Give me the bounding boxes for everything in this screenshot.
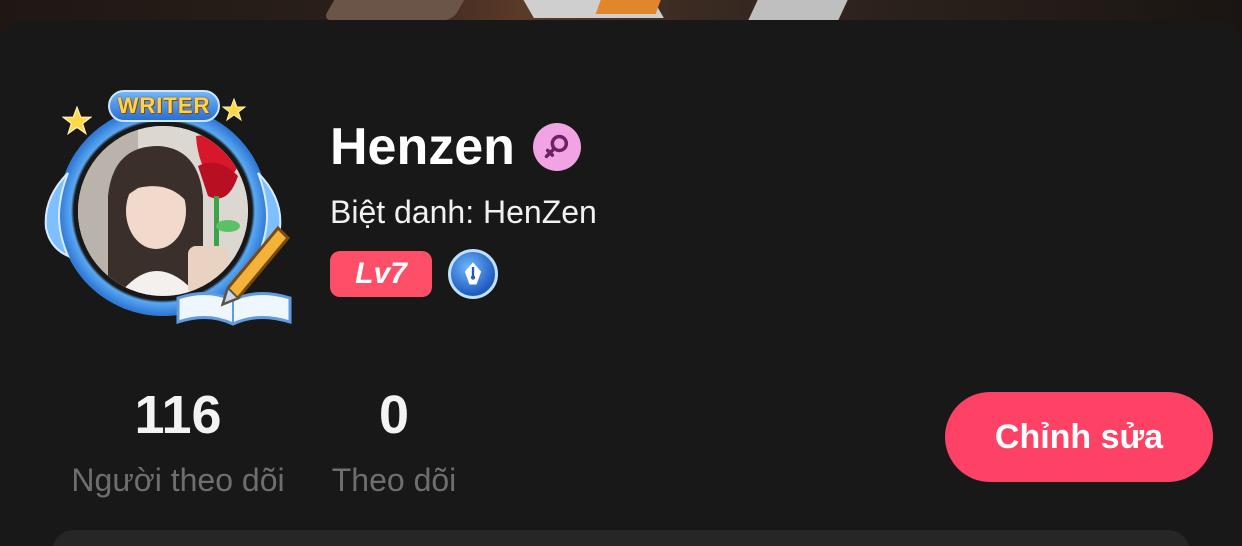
frame-star-icon: [222, 98, 246, 122]
level-badge[interactable]: Lv7: [330, 251, 432, 297]
followers-stat[interactable]: 116 Người theo dõi: [56, 382, 300, 500]
fountain-pen-icon[interactable]: [448, 249, 498, 299]
following-stat[interactable]: 0 Theo dõi: [318, 382, 470, 500]
badges-row: Lv7: [330, 249, 498, 299]
content-panel: [52, 530, 1190, 546]
level-label: Lv7: [355, 257, 407, 290]
pen-and-book-icon: [176, 225, 292, 326]
profile-card: WRITER Henzen Biệt danh: HenZen Lv7 116 …: [0, 20, 1242, 546]
frame-wing-left-icon: [44, 172, 70, 258]
writer-frame-banner: WRITER: [108, 90, 220, 122]
following-count: 0: [378, 385, 410, 445]
followers-label: Người theo dõi: [71, 462, 285, 498]
frame-star-icon: [62, 106, 92, 136]
edit-profile-button[interactable]: Chỉnh sửa: [945, 392, 1213, 482]
female-icon: [532, 123, 581, 171]
followers-count: 116: [134, 385, 222, 445]
username: Henzen: [330, 118, 515, 176]
writer-frame-label: WRITER: [117, 93, 211, 118]
username-row: Henzen: [330, 116, 581, 178]
nickname: Biệt danh: HenZen: [330, 194, 597, 230]
following-label: Theo dõi: [331, 462, 457, 498]
avatar[interactable]: WRITER: [38, 88, 292, 338]
